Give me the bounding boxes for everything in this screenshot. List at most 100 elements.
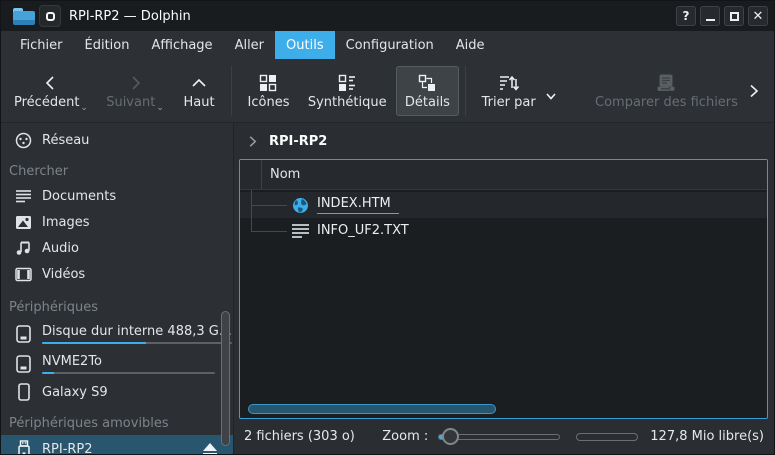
titlebar: RPI-RP2 — Dolphin ? ✕ [1,1,774,31]
details-view-label: Détails [405,95,450,110]
maximize-button[interactable] [724,6,744,26]
sidebar-item-label: Documents [42,189,116,204]
hard-drive-icon [15,325,32,343]
menu-affichage[interactable]: Affichage [140,31,223,59]
close-button[interactable]: ✕ [748,6,768,26]
sidebar-scrollbar[interactable] [221,311,230,446]
chevron-right-icon [126,72,144,92]
zoom-label: Zoom : [382,429,428,444]
disk-usage-bar [42,342,232,344]
sidebar-item-disque-dur[interactable]: Disque dur interne 488,3 G… [1,319,233,349]
section-header-amovibles: Périphériques amovibles [1,411,233,435]
sidebar-item-label: RPI-RP2 [42,442,93,455]
back-button[interactable]: Précédent⌄ [5,66,97,116]
sidebar-item-label: Galaxy S9 [42,385,108,400]
disk-usage-bar [42,372,215,374]
forward-button[interactable]: Suivant⌄ [97,66,173,116]
sidebar-item-images[interactable]: Images [1,209,233,235]
smartphone-icon [15,383,32,401]
icons-view-icon [259,72,277,92]
horizontal-scrollbar[interactable] [248,404,496,414]
sidebar-item-label: Images [42,215,90,230]
compare-files-icon [656,72,676,92]
statusbar: 2 fichiers (303 o) Zoom : 127,8 Mio libr… [234,419,774,454]
sort-dropdown-caret-icon[interactable] [545,90,557,106]
html-globe-icon [292,197,309,214]
file-row-index-htm[interactable]: INDEX.HTM [240,192,767,218]
image-icon [15,215,32,230]
sidebar-item-label: Audio [42,241,79,256]
chevron-right-icon[interactable] [246,135,259,148]
column-header-nom[interactable]: Nom [262,167,300,182]
file-view: Nom INDEX.HTM INFO_UF2.TXT [239,159,768,419]
film-icon [15,267,32,282]
text-file-icon [292,224,309,238]
tree-line [251,231,287,232]
breadcrumb: RPI-RP2 [234,123,774,159]
menu-aide[interactable]: Aide [445,31,496,59]
menubar: Fichier Édition Affichage Aller Outils C… [1,31,774,59]
file-name: INDEX.HTM [317,196,399,214]
document-lines-icon [15,189,32,204]
toolbar-separator [231,66,232,116]
chevron-left-icon [42,72,60,92]
tree-line [251,205,287,206]
section-header-chercher: Chercher [1,159,233,183]
chevron-up-icon [190,72,208,92]
free-space-text: 127,8 Mio libre(s) [650,429,764,444]
menu-fichier[interactable]: Fichier [9,31,74,59]
sort-icon [499,72,519,92]
menu-outils[interactable]: Outils [275,31,335,59]
network-icon [15,132,32,149]
sort-by-button[interactable]: Trier par [472,66,545,116]
tree-line [251,190,252,231]
places-panel: Réseau Chercher Documents Images Audio [1,123,234,454]
close-icon: ✕ [753,10,764,23]
compact-view-icon [338,72,356,92]
menu-aller[interactable]: Aller [224,31,275,59]
menu-edition[interactable]: Édition [74,31,141,59]
sidebar-item-nvme2to[interactable]: NVME2To [1,349,233,379]
zoom-slider-handle[interactable] [442,428,459,445]
sidebar-item-documents[interactable]: Documents [1,183,233,209]
breadcrumb-location[interactable]: RPI-RP2 [269,134,327,149]
file-row-info-uf2-txt[interactable]: INFO_UF2.TXT [240,218,767,244]
icons-view-button[interactable]: Icônes [238,66,299,116]
sidebar-item-label: Vidéos [42,267,85,282]
file-rows: INDEX.HTM INFO_UF2.TXT [240,190,767,244]
toolbar-overflow-button[interactable] [746,83,762,99]
minimize-button[interactable] [700,6,720,26]
up-button[interactable]: Haut [173,66,225,116]
help-button[interactable]: ? [676,6,696,26]
main-area: RPI-RP2 Nom INDEX.HTM [234,123,774,454]
compact-view-button[interactable]: Synthétique [299,66,396,116]
sidebar-item-videos[interactable]: Vidéos [1,261,233,287]
file-name: INFO_UF2.TXT [317,223,417,240]
expander-column [240,160,262,189]
sidebar-item-galaxy-s9[interactable]: Galaxy S9 [1,379,233,405]
compare-files-label: Comparer des fichiers [595,95,738,110]
sidebar-item-label: NVME2To [42,354,215,369]
compare-files-button[interactable]: Comparer des fichiers [587,66,746,116]
music-note-icon [15,240,32,256]
eject-icon[interactable] [203,443,217,455]
help-icon: ? [683,10,690,22]
window-menu-icon[interactable] [39,5,61,27]
menu-configuration[interactable]: Configuration [335,31,445,59]
column-header-row: Nom [240,160,767,190]
zoom-slider[interactable] [438,434,560,440]
sidebar-item-rpi-rp2[interactable]: RPI-RP2 [1,435,233,455]
sidebar-item-audio[interactable]: Audio [1,235,233,261]
sidebar-item-network[interactable]: Réseau [1,127,233,153]
details-view-button[interactable]: Détails [396,66,460,116]
maximize-icon [730,12,739,21]
minimize-icon [706,19,715,21]
hard-drive-icon [15,355,32,373]
back-label: Précédent [14,95,79,110]
sort-by-label: Trier par [482,95,536,110]
folder-app-icon [13,8,35,25]
dolphin-window: RPI-RP2 — Dolphin ? ✕ Fichier Édition Af… [0,0,775,455]
compact-view-label: Synthétique [308,95,387,110]
sidebar-item-label: Réseau [42,133,89,148]
sidebar-item-label: Disque dur interne 488,3 G… [42,324,232,339]
